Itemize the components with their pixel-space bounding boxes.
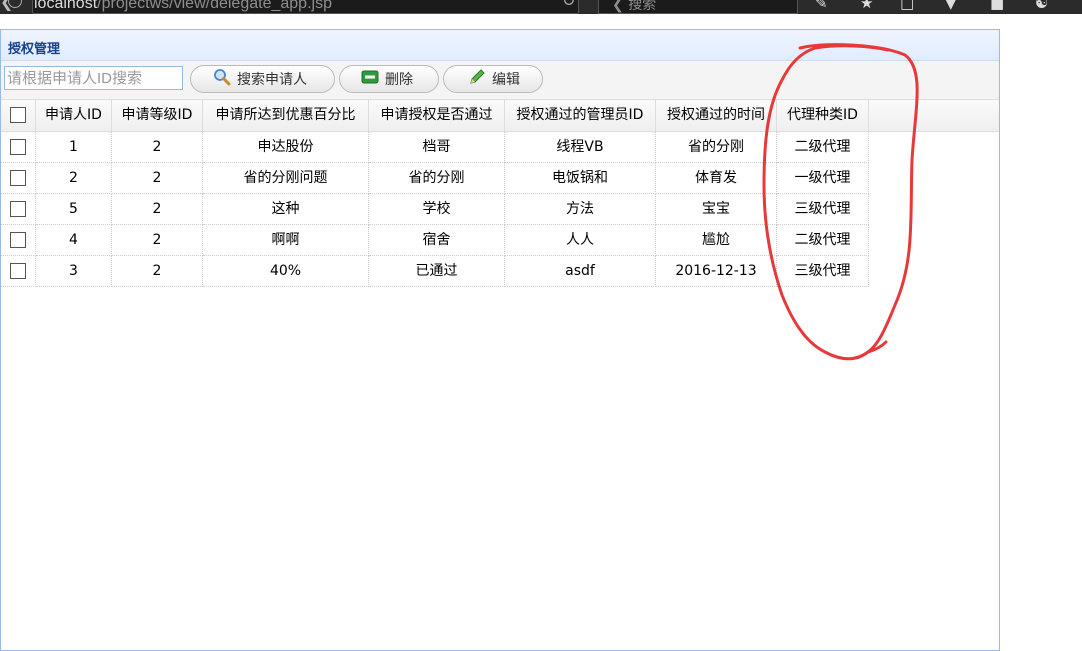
table-row[interactable]: 1 2 申达股份 档哥 线程VB 省的分刚 二级代理 [1, 132, 869, 163]
edit-button[interactable]: 编辑 [443, 65, 543, 93]
select-all-cell [1, 100, 36, 131]
search-input[interactable] [4, 66, 183, 90]
table-cell: 三级代理 [777, 194, 869, 225]
grid-toolbar: 搜索申请人 删除 编辑 [1, 61, 999, 100]
column-header[interactable]: 申请等级ID [112, 100, 203, 131]
row-checkbox[interactable] [10, 139, 26, 155]
table-cell: 2 [112, 163, 203, 194]
row-checkbox[interactable] [10, 232, 26, 248]
table-cell: 宝宝 [656, 194, 777, 225]
table-row[interactable]: 2 2 省的分刚问题 省的分刚 电饭锅和 体育发 一级代理 [1, 163, 869, 194]
column-header[interactable]: 申请所达到优惠百分比 [203, 100, 369, 131]
table-cell: 省的分刚 [656, 132, 777, 163]
table-cell: 3 [36, 256, 112, 287]
table-cell: 2 [112, 132, 203, 163]
table-cell: 省的分刚问题 [203, 163, 369, 194]
search-applicant-label: 搜索申请人 [237, 72, 307, 88]
table-cell: 人人 [505, 225, 656, 256]
row-checkbox[interactable] [10, 170, 26, 186]
table-cell: 方法 [505, 194, 656, 225]
row-select-cell [1, 132, 36, 163]
table-cell: 40% [203, 256, 369, 287]
table-cell: 4 [36, 225, 112, 256]
table-cell: asdf [505, 256, 656, 287]
table-cell: 二级代理 [777, 132, 869, 163]
table-cell: 5 [36, 194, 112, 225]
row-select-cell [1, 163, 36, 194]
browser-search-text: ❮ 搜索 [612, 0, 657, 13]
table-cell: 二级代理 [777, 225, 869, 256]
minus-box-icon [361, 70, 379, 88]
delete-label: 删除 [385, 72, 413, 88]
row-select-cell [1, 194, 36, 225]
table-cell: 1 [36, 132, 112, 163]
magnifier-icon [213, 68, 231, 90]
table-cell: 2 [112, 225, 203, 256]
panel-header: 授权管理 [1, 30, 999, 61]
info-icon[interactable] [8, 0, 22, 8]
table-cell: 电饭锅和 [505, 163, 656, 194]
pencil-icon [468, 68, 486, 90]
address-text: localhost/projectws/view/delegate_app.js… [34, 0, 332, 12]
clipboard-icon[interactable]: □ [900, 0, 914, 12]
select-all-checkbox[interactable] [10, 107, 26, 123]
table-cell: 三级代理 [777, 256, 869, 287]
table-cell: 已通过 [369, 256, 505, 287]
column-header[interactable]: 申请人ID [36, 100, 112, 131]
table-cell: 2016-12-13 [656, 256, 777, 287]
table-cell: 学校 [369, 194, 505, 225]
star-icon[interactable]: ★ [860, 0, 873, 12]
row-checkbox[interactable] [10, 263, 26, 279]
table-cell: 尴尬 [656, 225, 777, 256]
download-icon[interactable]: ▼ [945, 0, 957, 12]
table-cell: 线程VB [505, 132, 656, 163]
pen-icon[interactable]: ✎ [815, 0, 828, 12]
search-applicant-button[interactable]: 搜索申请人 [190, 65, 335, 93]
row-checkbox[interactable] [10, 201, 26, 217]
table-row[interactable]: 5 2 这种 学校 方法 宝宝 三级代理 [1, 194, 869, 225]
column-header[interactable]: 授权通过的管理员ID [505, 100, 656, 131]
sync-icon[interactable]: ☯ [1035, 0, 1048, 12]
table-cell: 体育发 [656, 163, 777, 194]
table-cell: 申达股份 [203, 132, 369, 163]
table-cell: 省的分刚 [369, 163, 505, 194]
table-cell: 2 [112, 256, 203, 287]
table-cell: 啊啊 [203, 225, 369, 256]
grid-header: 申请人ID 申请等级ID 申请所达到优惠百分比 申请授权是否通过 授权通过的管理… [1, 100, 999, 132]
edit-label: 编辑 [492, 72, 520, 88]
table-cell: 2 [36, 163, 112, 194]
table-row[interactable]: 3 2 40% 已通过 asdf 2016-12-13 三级代理 [1, 256, 869, 287]
column-header[interactable]: 申请授权是否通过 [369, 100, 505, 131]
browser-toolbar: ❮ localhost/projectws/view/delegate_app.… [0, 0, 1082, 14]
table-cell: 宿舍 [369, 225, 505, 256]
authorization-panel: 授权管理 搜索申请人 删除 [0, 29, 1000, 651]
table-cell: 一级代理 [777, 163, 869, 194]
table-cell: 这种 [203, 194, 369, 225]
panel-title: 授权管理 [8, 42, 61, 57]
table-row[interactable]: 4 2 啊啊 宿舍 人人 尴尬 二级代理 [1, 225, 869, 256]
column-header[interactable]: 代理种类ID [777, 100, 869, 131]
table-cell: 档哥 [369, 132, 505, 163]
delete-button[interactable]: 删除 [339, 65, 439, 93]
row-select-cell [1, 256, 36, 287]
table-cell: 2 [112, 194, 203, 225]
column-header[interactable]: 授权通过的时间 [656, 100, 777, 131]
home-icon[interactable]: ■ [990, 0, 1004, 12]
reload-icon[interactable]: ↻ [562, 0, 575, 10]
row-select-cell [1, 225, 36, 256]
